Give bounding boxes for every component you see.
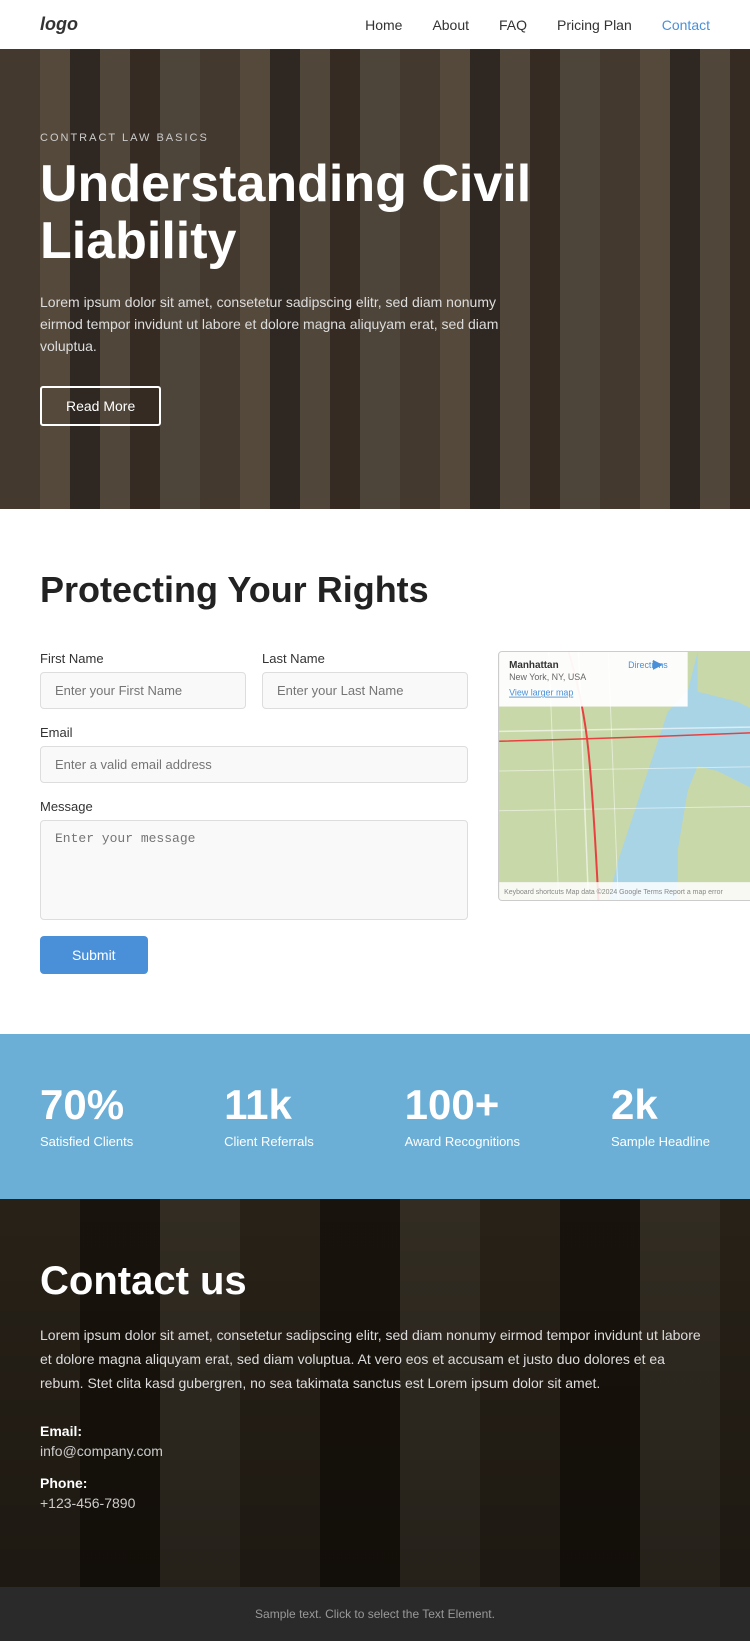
footer: Sample text. Click to select the Text El… [0, 1587, 750, 1641]
stats-section: 70% Satisfied Clients 11k Client Referra… [0, 1034, 750, 1199]
email-label-contact: Email: [40, 1423, 710, 1439]
message-input[interactable] [40, 820, 468, 920]
phone-label-contact: Phone: [40, 1475, 710, 1491]
read-more-button[interactable]: Read More [40, 386, 161, 426]
message-group: Message [40, 799, 468, 920]
hero-desc: Lorem ipsum dolor sit amet, consetetur s… [40, 291, 500, 358]
svg-text:New York, NY, USA: New York, NY, USA [509, 672, 586, 682]
message-label: Message [40, 799, 468, 814]
first-name-label: First Name [40, 651, 246, 666]
nav-links: Home About FAQ Pricing Plan Contact [365, 17, 710, 33]
email-label: Email [40, 725, 468, 740]
stat-number-3: 2k [611, 1084, 710, 1126]
hero-section: CONTRACT LAW BASICS Understanding Civil … [0, 49, 750, 509]
nav-about[interactable]: About [432, 17, 469, 33]
email-input[interactable] [40, 746, 468, 783]
first-name-group: First Name [40, 651, 246, 709]
contact-desc: Lorem ipsum dolor sit amet, consetetur s… [40, 1324, 710, 1395]
map-svg: Manhattan New York, NY, USA View larger … [499, 652, 750, 900]
name-row: First Name Last Name [40, 651, 468, 709]
contact-title: Contact us [40, 1259, 710, 1304]
stat-label-2: Award Recognitions [405, 1134, 520, 1149]
svg-text:Manhattan: Manhattan [509, 660, 559, 671]
logo: logo [40, 14, 78, 35]
stat-satisfied-clients: 70% Satisfied Clients [40, 1084, 133, 1149]
email-group: Email [40, 725, 468, 783]
form-section-title: Protecting Your Rights [40, 569, 710, 611]
map-container[interactable]: Manhattan New York, NY, USA View larger … [498, 651, 750, 901]
svg-text:View larger map: View larger map [509, 688, 573, 698]
last-name-label: Last Name [262, 651, 468, 666]
phone-value-contact: +123-456-7890 [40, 1495, 710, 1511]
stat-label-1: Client Referrals [224, 1134, 314, 1149]
map-side: Manhattan New York, NY, USA View larger … [498, 651, 750, 901]
stat-number-2: 100+ [405, 1084, 520, 1126]
first-name-input[interactable] [40, 672, 246, 709]
stat-award-recognitions: 100+ Award Recognitions [405, 1084, 520, 1149]
hero-title: Understanding Civil Liability [40, 156, 660, 270]
nav-home[interactable]: Home [365, 17, 402, 33]
stat-label-0: Satisfied Clients [40, 1134, 133, 1149]
contact-section: Contact us Lorem ipsum dolor sit amet, c… [0, 1199, 750, 1587]
navbar: logo Home About FAQ Pricing Plan Contact [0, 0, 750, 49]
stat-label-3: Sample Headline [611, 1134, 710, 1149]
email-value-contact: info@company.com [40, 1443, 710, 1459]
hero-content: CONTRACT LAW BASICS Understanding Civil … [0, 132, 700, 426]
form-section: Protecting Your Rights First Name Last N… [0, 509, 750, 1034]
last-name-group: Last Name [262, 651, 468, 709]
hero-tag: CONTRACT LAW BASICS [40, 132, 660, 144]
stat-number-1: 11k [224, 1084, 314, 1126]
contact-content: Contact us Lorem ipsum dolor sit amet, c… [40, 1259, 710, 1511]
last-name-input[interactable] [262, 672, 468, 709]
nav-contact[interactable]: Contact [662, 17, 710, 33]
form-side: First Name Last Name Email Message Submi… [40, 651, 468, 974]
stat-sample-headline: 2k Sample Headline [611, 1084, 710, 1149]
nav-faq[interactable]: FAQ [499, 17, 527, 33]
stat-number-0: 70% [40, 1084, 133, 1126]
submit-button[interactable]: Submit [40, 936, 148, 974]
footer-text: Sample text. Click to select the Text El… [255, 1607, 495, 1621]
stat-client-referrals: 11k Client Referrals [224, 1084, 314, 1149]
svg-text:Keyboard shortcuts Map data ©: Keyboard shortcuts Map data ©2024 Google… [504, 888, 723, 896]
form-map-row: First Name Last Name Email Message Submi… [40, 651, 710, 974]
nav-pricing[interactable]: Pricing Plan [557, 17, 632, 33]
